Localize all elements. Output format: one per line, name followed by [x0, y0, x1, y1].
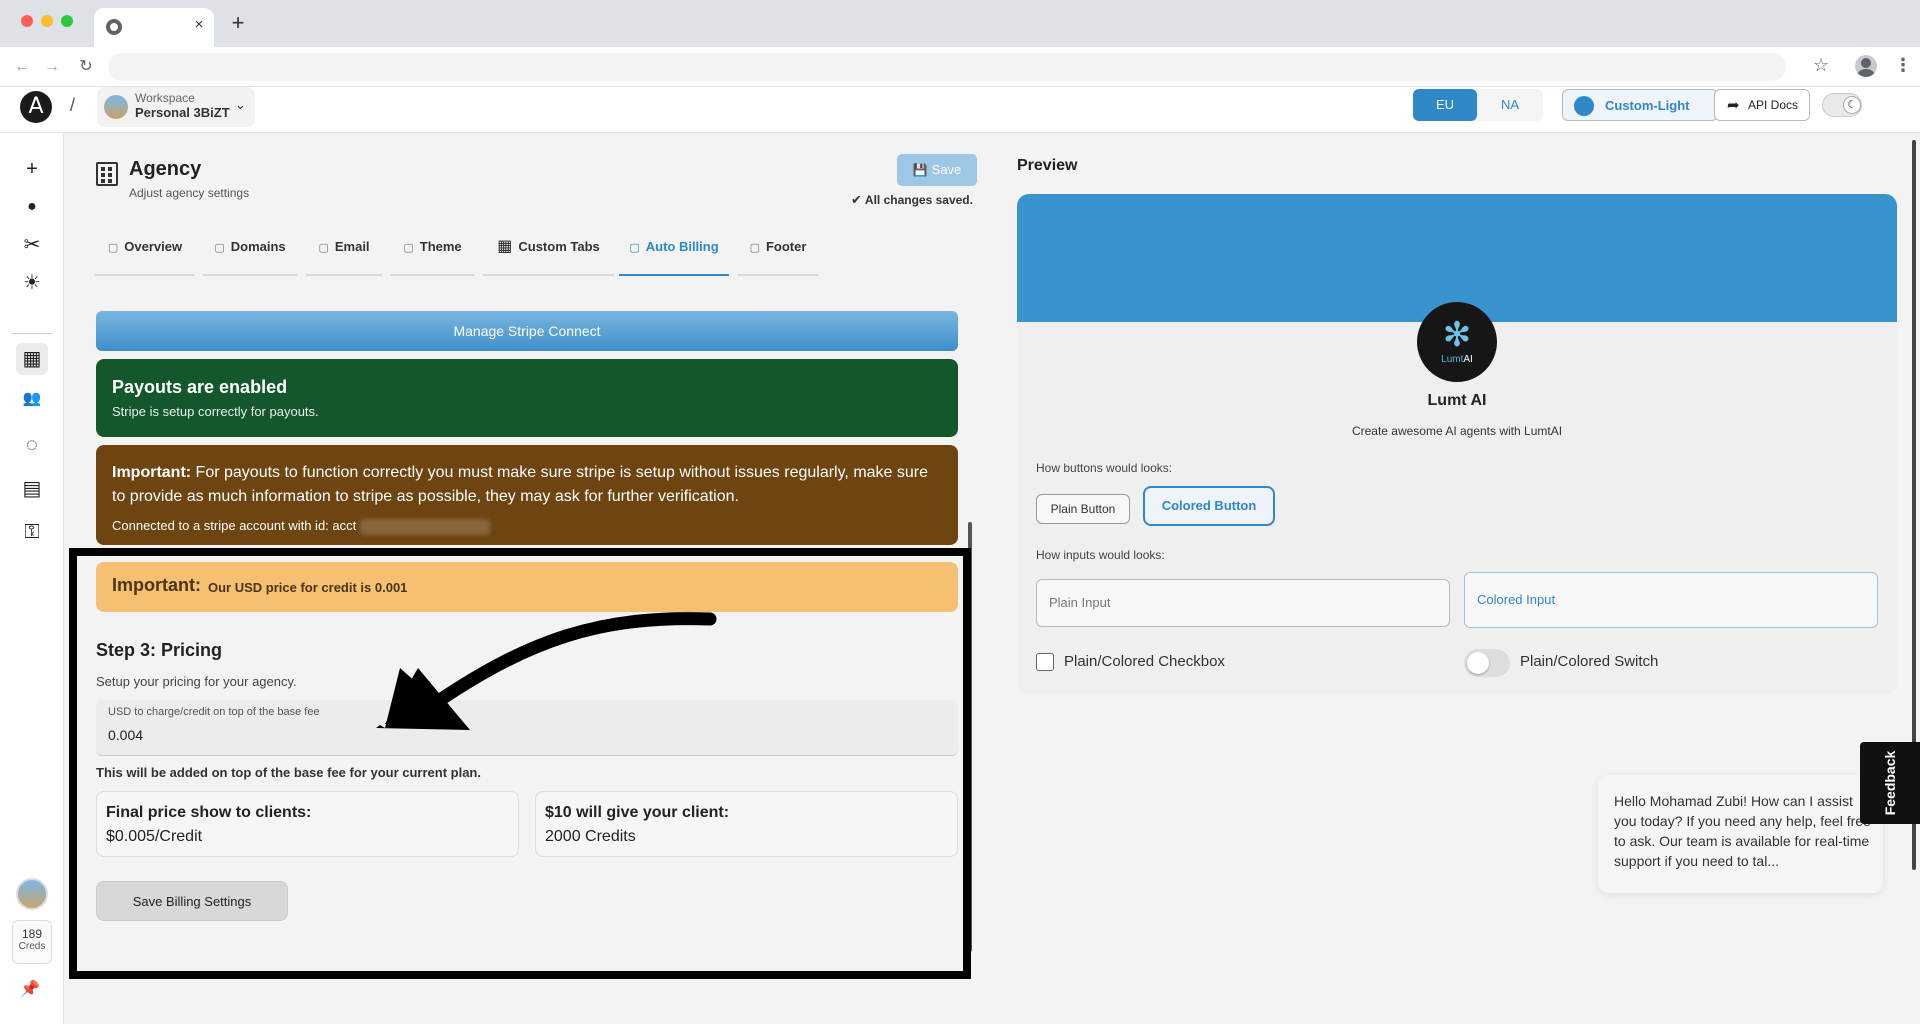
- logo-wordmark: LumtAI: [1417, 354, 1497, 365]
- checkbox-sample[interactable]: [1036, 653, 1054, 671]
- checkbox-label: Plain/Colored Checkbox: [1064, 653, 1225, 670]
- switch-knob: [1467, 652, 1489, 674]
- colored-input-sample[interactable]: Colored Input: [1464, 572, 1878, 628]
- agency-logo: ✻ LumtAI: [1417, 302, 1497, 382]
- agency-name: Lumt AI: [1427, 392, 1487, 409]
- chat-message-text: Hello Mohamad Zubi! How can I assist you…: [1614, 793, 1871, 869]
- flower-logo-icon: ✻: [1442, 316, 1472, 354]
- logo-text-part: Lumt: [1441, 354, 1464, 365]
- inputs-caption: How inputs would looks:: [1036, 548, 1165, 562]
- feedback-button[interactable]: Feedback: [1860, 742, 1920, 824]
- arrow-shaft: [433, 612, 717, 707]
- plain-button-sample[interactable]: Plain Button: [1036, 494, 1130, 524]
- switch-label: Plain/Colored Switch: [1520, 653, 1659, 670]
- feedback-label: Feedback: [1882, 750, 1898, 816]
- colored-button-sample[interactable]: Colored Button: [1143, 486, 1275, 526]
- plain-input-sample[interactable]: Plain Input: [1036, 579, 1450, 627]
- chat-message[interactable]: Hello Mohamad Zubi! How can I assist you…: [1598, 775, 1883, 893]
- logo-text-part: AI: [1463, 354, 1473, 365]
- buttons-caption: How buttons would looks:: [1036, 461, 1173, 475]
- preview-card: ✻ LumtAI Lumt AI Create awesome AI agent…: [1017, 194, 1897, 694]
- switch-sample[interactable]: [1464, 649, 1510, 677]
- agency-description: Create awesome AI agents with LumtAI: [1351, 424, 1563, 438]
- preview-title: Preview: [1017, 157, 1078, 174]
